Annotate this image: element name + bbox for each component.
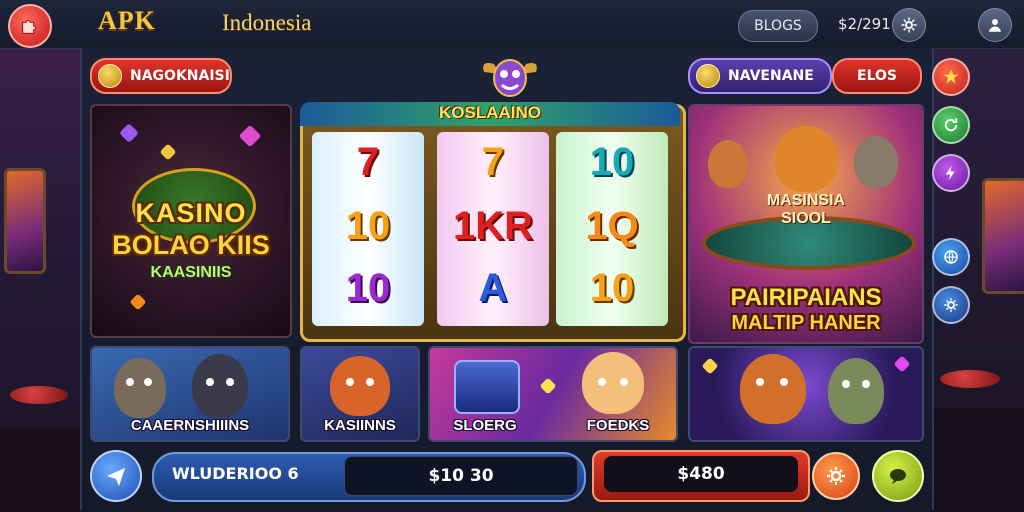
coin-icon	[129, 293, 147, 311]
arcade-machine-right	[982, 178, 1024, 294]
left-arcade-backdrop	[0, 48, 80, 512]
gear-icon	[944, 298, 958, 312]
reel-symbol: 7	[356, 140, 380, 184]
character-cat	[828, 358, 884, 424]
settings-icon	[901, 17, 917, 33]
character-fox-left	[708, 140, 748, 188]
game-tile-kasiinns[interactable]: KASIINNS	[300, 346, 420, 442]
reel-symbol: A	[478, 266, 508, 310]
mini-slot-icon	[454, 360, 520, 414]
game-tile-characters[interactable]: CAAERNSHIIINS	[90, 346, 290, 442]
promo-pill-left-label: NAGOKNAISI	[130, 68, 230, 84]
profile-icon	[989, 19, 1001, 32]
chat-button[interactable]	[872, 450, 924, 502]
arcade-cabinet-left	[0, 428, 80, 512]
side-button-refresh[interactable]	[932, 106, 970, 144]
masinsia-subtitle: MALTIP HANER	[731, 312, 881, 334]
star-icon	[943, 69, 959, 84]
coin-icon	[159, 143, 177, 161]
reel-symbol: 10	[589, 140, 635, 184]
kasino-title: KASINO	[135, 198, 247, 228]
masinsia-title: PAIRIPAIANS	[730, 284, 882, 311]
game-tile-kasino[interactable]: KASINO BOLAO KIIS KAASINIIS	[90, 104, 292, 338]
game-tile-masinsia[interactable]: MASINSIA SIOOL PAIRIPAIANS MALTIP HANER	[688, 104, 924, 344]
slot-reel: 10 1Q 10	[556, 132, 668, 326]
arcade-machine-left	[4, 168, 46, 274]
globe-icon	[944, 250, 958, 264]
kasino-tagline: KAASINIIS	[150, 264, 232, 281]
reel-symbol: 1KR	[452, 204, 534, 248]
gear-icon	[827, 467, 845, 485]
blogs-button[interactable]: BLOGS	[738, 10, 818, 42]
reel-symbol: 1Q	[585, 204, 639, 248]
app-logo[interactable]	[8, 4, 52, 48]
settings-button[interactable]	[892, 8, 926, 42]
send-icon	[107, 468, 125, 486]
side-button-lightning[interactable]	[932, 154, 970, 192]
coin-icon	[701, 357, 719, 375]
mascot-icon	[483, 59, 537, 97]
character-husky	[192, 354, 248, 418]
promo-pill-right[interactable]: NAVENANE	[688, 58, 832, 94]
slot-title: KOSLAAINO	[439, 103, 541, 122]
masinsia-sign-line1: MASINSIA	[766, 192, 846, 209]
tile-caption-secondary: FOEDKS	[586, 417, 650, 434]
bet-label: WLUDERIOO 6	[172, 464, 299, 483]
tile-caption: CAAERNSHIIINS	[130, 417, 250, 434]
character-fox	[740, 354, 806, 424]
character-girl	[582, 352, 644, 414]
elos-button[interactable]: ELOS	[832, 58, 922, 94]
reel-symbol: 10	[345, 204, 391, 248]
win-amount-field[interactable]: $480	[604, 456, 798, 492]
character-dog	[114, 358, 166, 418]
spin-settings-button[interactable]	[812, 452, 860, 500]
slot-reel: 7 10 10	[312, 132, 424, 326]
character-tiger	[774, 126, 838, 192]
reel-symbol: 10	[345, 266, 391, 310]
gem-icon	[238, 124, 262, 148]
tile-caption: KASIINNS	[324, 417, 396, 434]
lightning-icon	[945, 165, 955, 181]
side-button-star[interactable]	[932, 58, 970, 96]
gem-icon	[119, 123, 139, 143]
coin-icon	[98, 64, 122, 88]
reel-symbol: 10	[589, 266, 635, 310]
arcade-button-left	[10, 386, 68, 404]
refresh-icon	[944, 118, 958, 132]
arcade-cabinet-right	[930, 408, 1024, 512]
app-title: APK	[98, 6, 156, 35]
coin-icon	[696, 64, 720, 88]
gem-icon	[893, 355, 911, 373]
side-button-gear[interactable]	[932, 286, 970, 324]
reel-symbol: 7	[481, 140, 505, 184]
game-tile-friends[interactable]	[688, 346, 924, 442]
character-monkey	[330, 356, 390, 416]
region-title: Indonesia	[222, 10, 312, 35]
arcade-button-right	[940, 370, 1000, 388]
balance-display: $2/291	[838, 15, 891, 33]
profile-button[interactable]	[978, 8, 1012, 42]
slot-reel: 7 1KR A	[437, 132, 549, 326]
side-button-globe[interactable]	[932, 238, 970, 276]
elos-button-label: ELOS	[857, 68, 897, 84]
tile-caption: SLOERG	[453, 417, 517, 434]
promo-pill-right-label: NAVENANE	[728, 68, 814, 84]
game-tile-sloerg[interactable]: SLOERG FOEDKS	[428, 346, 678, 442]
bet-amount-field[interactable]: $10 30	[344, 456, 578, 496]
kasino-subtitle: BOLAO KIIS	[112, 230, 270, 260]
chat-icon	[890, 469, 906, 484]
character-cat-right	[854, 136, 898, 188]
promo-pill-left[interactable]: NAGOKNAISI	[90, 58, 232, 94]
masinsia-sign-line2: SIOOL	[781, 210, 831, 227]
puzzle-icon	[22, 20, 36, 34]
send-button[interactable]	[90, 450, 142, 502]
sparkle-icon	[539, 377, 557, 395]
